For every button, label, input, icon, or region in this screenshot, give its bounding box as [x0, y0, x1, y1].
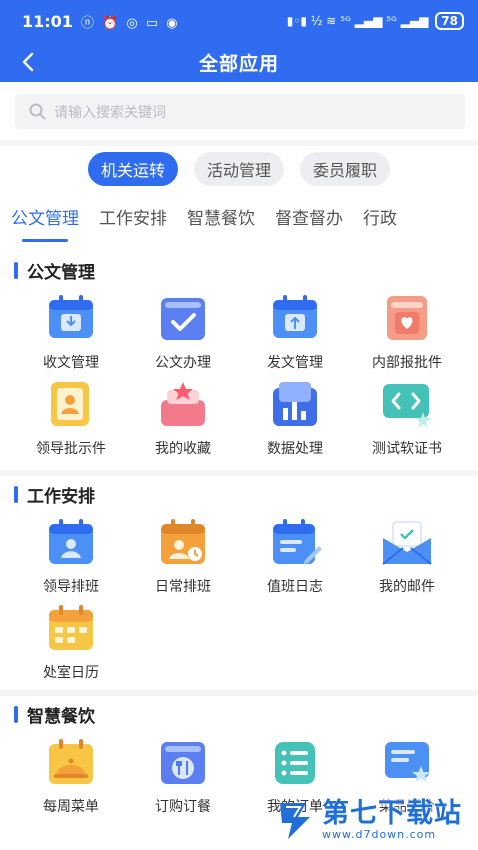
section-header: 智慧餐饮 [0, 696, 478, 732]
app-label: 数据处理 [267, 441, 323, 457]
signal-wifi-icons: ▮◦▮ ½ ≋ ⁵ᴳ ▂▄▆ ⁵ᴳ ▂▄▆ [286, 14, 429, 28]
tab-xingzheng[interactable]: 行政 [352, 198, 406, 244]
app-label: 领导批示件 [36, 441, 106, 457]
tab-gongzuo-anpai[interactable]: 工作安排 [88, 198, 176, 244]
app-label: 日常排班 [155, 579, 211, 595]
app-item[interactable]: 领导批示件 [15, 374, 127, 460]
watermark-text-group: 第七下载站 www.d7down.com [322, 797, 462, 841]
section-title: 工作安排 [27, 486, 95, 507]
app-item[interactable]: 数据处理 [239, 374, 351, 460]
app-label: 处室日历 [43, 665, 99, 681]
watermark-text: 第七下载站 [322, 797, 462, 829]
status-bar: 11:01 ⓝ ⏰ ◎ ▭ ◉ ▮◦▮ ½ ≋ ⁵ᴳ ▂▄▆ ⁵ᴳ ▂▄▆ 78 [0, 0, 478, 42]
app-label: 订购订餐 [155, 799, 211, 815]
app-item[interactable]: 内部报批件 [351, 288, 463, 374]
search-input[interactable]: 请输入搜索关键词 [15, 94, 465, 129]
app-item[interactable]: 订购订餐 [127, 732, 239, 818]
battery-icon: 78 [435, 12, 464, 30]
app-item[interactable]: 每周菜单 [15, 732, 127, 818]
search-icon [29, 103, 46, 120]
app-grid: 领导排班 日常排班 值班日志 我的邮件 处室日历 [0, 512, 478, 684]
leader-document-icon [51, 382, 89, 426]
section-gongzuo: 工作安排 领导排班 日常排班 值班日志 我的邮件 处室日历 [0, 476, 478, 684]
tab-row: 公文管理 工作安排 智慧餐饮 督查督办 行政 [0, 198, 478, 244]
app-item[interactable]: 公文办理 [127, 288, 239, 374]
app-label: 我的收藏 [155, 441, 211, 457]
cutlery-order-icon [161, 742, 205, 784]
office-calendar-icon [49, 605, 93, 650]
status-notification-icons: ⓝ ⏰ ◎ ▭ ◉ [80, 15, 180, 31]
section-header: 公文管理 [0, 252, 478, 288]
mail-envelope-icon [382, 521, 432, 565]
app-label: 测试软证书 [372, 441, 442, 457]
app-item[interactable]: 领导排班 [15, 512, 127, 598]
status-time: 11:01 [22, 11, 73, 31]
outbox-calendar-icon [273, 295, 317, 338]
tab-zhihui-canyin[interactable]: 智慧餐饮 [176, 198, 264, 244]
app-grid: 收文管理 公文办理 发文管理 内部报批件 领导批示件 我的收藏 数据处理 测试软… [0, 288, 478, 460]
chart-folder-icon [273, 382, 317, 426]
app-label: 领导排班 [43, 579, 99, 595]
status-right-group: ▮◦▮ ½ ≋ ⁵ᴳ ▂▄▆ ⁵ᴳ ▂▄▆ 78 [287, 12, 464, 30]
list-order-icon [275, 742, 315, 784]
tab-gongwen-guanli[interactable]: 公文管理 [0, 198, 88, 244]
app-label: 值班日志 [267, 579, 323, 595]
code-certificate-icon [383, 384, 431, 428]
category-pill-row: 机关运转 活动管理 委员履职 [0, 146, 478, 192]
search-placeholder: 请输入搜索关键词 [54, 104, 166, 121]
watermark-logo-icon [280, 803, 310, 839]
watermark: 第七下载站 www.d7down.com [268, 790, 478, 850]
pill-huodong-guanli[interactable]: 活动管理 [193, 152, 284, 186]
search-area: 请输入搜索关键词 [0, 82, 478, 140]
app-label: 收文管理 [43, 355, 99, 371]
star-box-icon [161, 382, 205, 426]
section-accent-bar [14, 705, 18, 723]
app-item[interactable]: 测试软证书 [351, 374, 463, 460]
heart-file-icon [387, 296, 427, 340]
page-title: 全部应用 [198, 52, 279, 75]
inbox-calendar-icon [49, 295, 93, 338]
watermark-url: www.d7down.com [322, 827, 437, 841]
section-gongwen: 公文管理 收文管理 公文办理 发文管理 内部报批件 领导批示件 我的收藏 数据处… [0, 252, 478, 460]
app-label: 公文办理 [155, 355, 211, 371]
star-rating-icon [385, 742, 430, 782]
app-item[interactable]: 我的收藏 [127, 374, 239, 460]
nav-bar: 全部应用 [0, 42, 478, 82]
section-title: 智慧餐饮 [27, 706, 95, 727]
app-label: 我的邮件 [379, 579, 435, 595]
section-accent-bar [14, 485, 18, 503]
leader-calendar-icon [49, 519, 93, 564]
dish-cover-icon [49, 739, 93, 784]
app-item[interactable]: 我的邮件 [351, 512, 463, 598]
back-button[interactable] [12, 46, 44, 78]
app-item[interactable]: 收文管理 [15, 288, 127, 374]
chevron-left-icon [22, 52, 34, 72]
pen-log-icon [273, 519, 322, 564]
app-item[interactable]: 日常排班 [127, 512, 239, 598]
section-header: 工作安排 [0, 476, 478, 512]
pill-jiguan-yunzhuan[interactable]: 机关运转 [87, 152, 178, 186]
tab-ducha-duban[interactable]: 督查督办 [264, 198, 352, 244]
app-item[interactable]: 发文管理 [239, 288, 351, 374]
app-item[interactable]: 值班日志 [239, 512, 351, 598]
app-item[interactable]: 处室日历 [15, 598, 127, 684]
app-label: 发文管理 [267, 355, 323, 371]
app-label: 内部报批件 [372, 355, 442, 371]
pill-weiyuan-lvzhi[interactable]: 委员履职 [300, 152, 391, 186]
clock-calendar-icon [161, 519, 205, 564]
section-accent-bar [14, 261, 18, 279]
app-label: 每周菜单 [43, 799, 99, 815]
section-title: 公文管理 [27, 262, 95, 283]
check-document-icon [161, 298, 205, 340]
